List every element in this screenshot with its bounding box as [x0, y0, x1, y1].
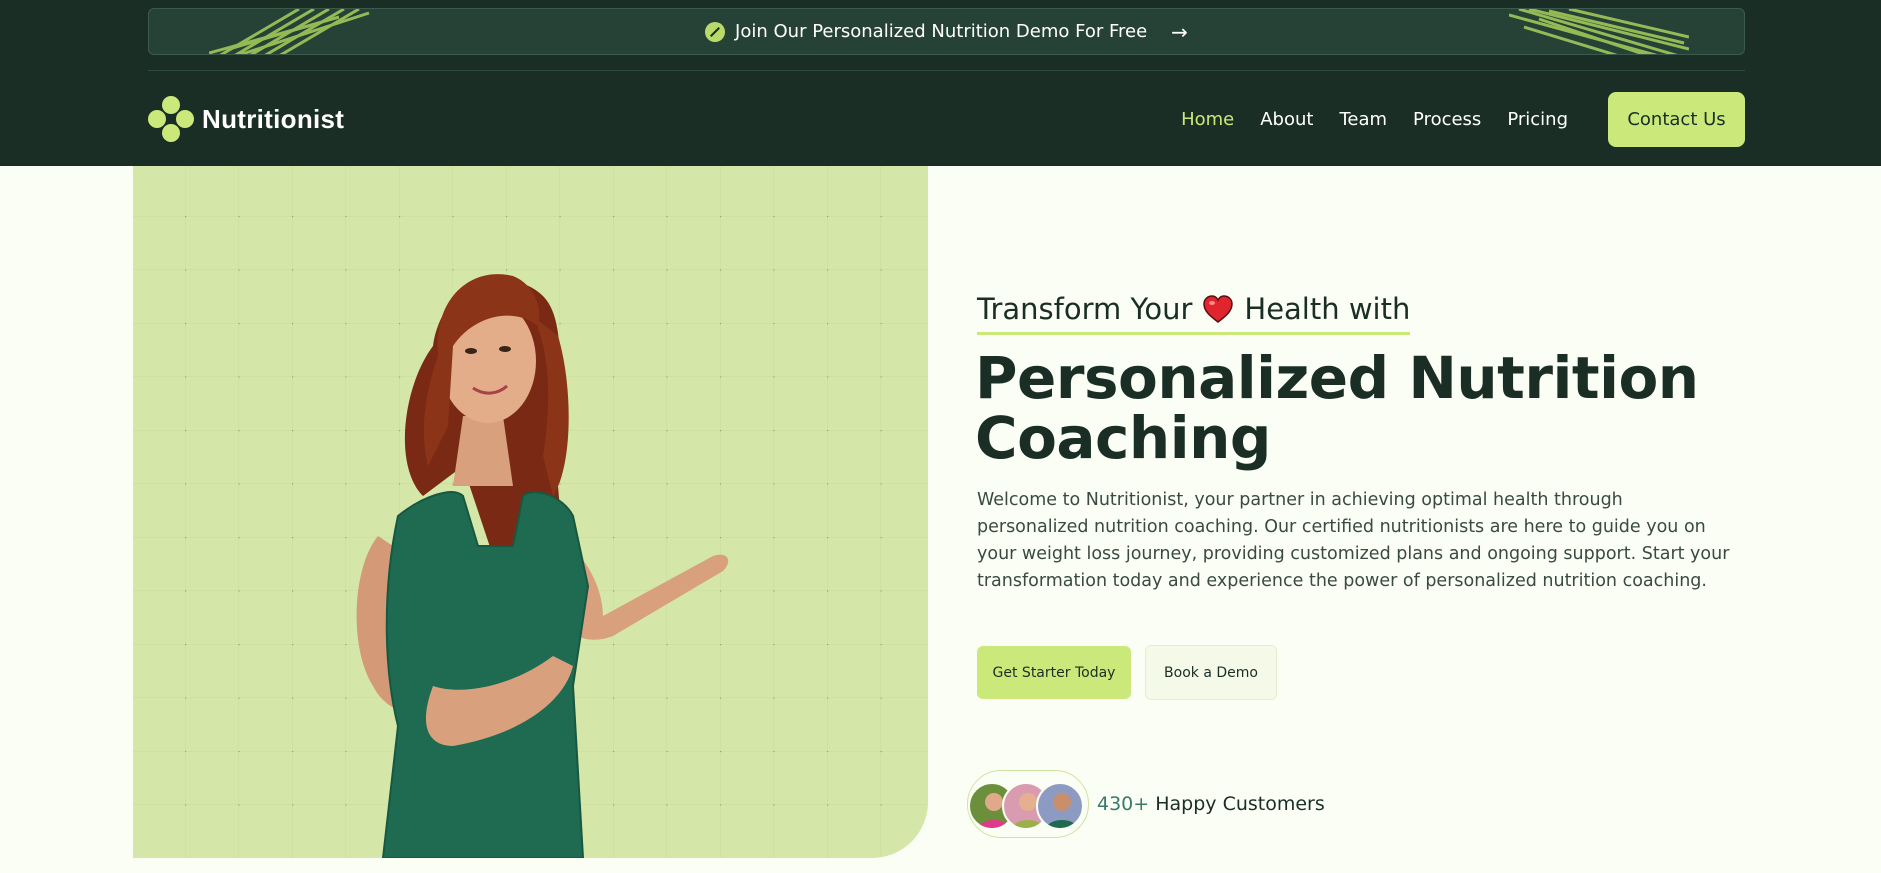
- customers-label: Happy Customers: [1155, 793, 1325, 815]
- woman-pointing-photo: [356, 274, 729, 858]
- header-divider: [148, 70, 1745, 71]
- hero-image-panel: [133, 166, 928, 858]
- customers-badge: 430+ Happy Customers: [967, 770, 1325, 838]
- nav-item-about[interactable]: About: [1260, 109, 1313, 130]
- hero-description: Welcome to Nutritionist, your partner in…: [977, 490, 1730, 591]
- get-started-button[interactable]: Get Starter Today: [977, 646, 1131, 699]
- tagline-start: Transform Your: [977, 292, 1193, 326]
- main-nav: Nutritionist Home About Team Process Pri…: [148, 91, 1745, 147]
- hero-headline: Personalized Nutrition Coaching: [975, 344, 1699, 472]
- hero-tagline: Transform Your Health with: [977, 292, 1411, 335]
- nav-links: Home About Team Process Pricing: [1181, 109, 1568, 130]
- nav-item-pricing[interactable]: Pricing: [1507, 109, 1568, 130]
- nav-item-process[interactable]: Process: [1413, 109, 1481, 130]
- leaf-badge-icon: [705, 21, 726, 42]
- nav-item-team[interactable]: Team: [1339, 109, 1387, 130]
- clover-logo-icon: [148, 96, 194, 142]
- contact-us-button[interactable]: Contact Us: [1608, 91, 1745, 147]
- avatar: [1036, 782, 1084, 830]
- site-header: Join Our Personalized Nutrition Demo For…: [0, 0, 1881, 166]
- promo-text[interactable]: Join Our Personalized Nutrition Demo For…: [735, 21, 1147, 42]
- decorative-stripes: [209, 9, 370, 54]
- customers-count: 430+: [1097, 793, 1150, 815]
- nav-item-home[interactable]: Home: [1181, 109, 1234, 130]
- brand-name: Nutritionist: [202, 103, 345, 134]
- tagline-end: Health with: [1244, 292, 1411, 326]
- promo-banner[interactable]: Join Our Personalized Nutrition Demo For…: [148, 8, 1745, 55]
- customer-avatars: [967, 770, 1089, 838]
- logo[interactable]: Nutritionist: [148, 96, 344, 142]
- heart-icon: [1203, 295, 1234, 323]
- decorative-stripes: [1509, 9, 1689, 54]
- arrow-right-icon[interactable]: →: [1171, 20, 1188, 44]
- book-demo-button[interactable]: Book a Demo: [1145, 645, 1277, 700]
- customers-text: 430+ Happy Customers: [1097, 793, 1325, 815]
